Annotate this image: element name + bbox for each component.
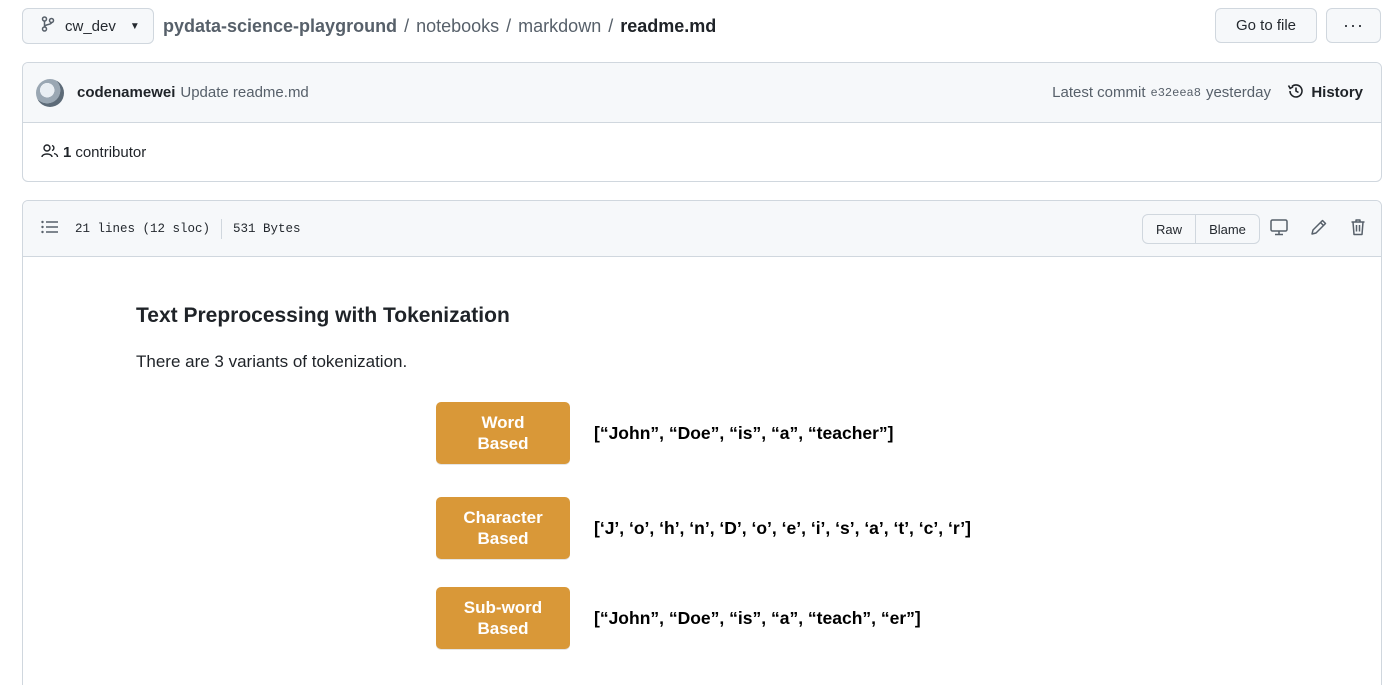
- breadcrumb-separator: /: [404, 16, 410, 36]
- contributors-row[interactable]: 1 contributor: [23, 123, 1381, 181]
- more-options-button[interactable]: ···: [1326, 8, 1381, 43]
- tokenization-variant-row: Word Based [“John”, “Doe”, “is”, “a”, “t…: [436, 402, 894, 464]
- contributor-label: contributor: [75, 144, 147, 161]
- variant-result-word: [“John”, “Doe”, “is”, “a”, “teacher”]: [594, 422, 894, 443]
- tokenization-variant-row: Character Based [‘J’, ‘o’, ‘h’, ‘n’, ‘D’…: [436, 497, 971, 559]
- latest-commit-label: Latest commit: [1052, 84, 1146, 101]
- breadcrumb-separator: /: [608, 16, 614, 36]
- branch-select-button[interactable]: cw_dev ▼: [22, 8, 154, 44]
- variant-label-line1: Character: [463, 508, 543, 527]
- caret-down-icon: ▼: [129, 20, 140, 32]
- raw-button[interactable]: Raw: [1143, 215, 1196, 243]
- file-header: 21 lines (12 sloc) 531 Bytes Raw Blame: [23, 201, 1381, 257]
- latest-commit-row: codenamewei Update readme.md Latest comm…: [23, 63, 1381, 123]
- file-size: 531 Bytes: [233, 221, 301, 236]
- go-to-file-button[interactable]: Go to file: [1215, 8, 1317, 43]
- file-box: 21 lines (12 sloc) 531 Bytes Raw Blame T…: [22, 200, 1382, 685]
- variant-result-subword: [“John”, “Doe”, “is”, “a”, “teach”, “er”…: [594, 607, 921, 628]
- branch-name: cw_dev: [65, 17, 116, 35]
- breadcrumb: pydata-science-playground / notebooks / …: [163, 16, 716, 37]
- commit-time: yesterday: [1205, 84, 1271, 101]
- avatar[interactable]: [36, 78, 64, 107]
- variant-label-line1: Word: [481, 413, 525, 432]
- variant-result-character: [‘J’, ‘o’, ‘h’, ‘n’, ‘D’, ‘o’, ‘e’, ‘i’,…: [594, 517, 971, 538]
- markdown-paragraph: There are 3 variants of tokenization.: [136, 352, 408, 371]
- desktop-icon[interactable]: [1269, 217, 1289, 240]
- list-icon[interactable]: [41, 220, 59, 237]
- breadcrumb-folder-notebooks[interactable]: notebooks: [416, 16, 499, 37]
- breadcrumb-separator: /: [506, 16, 512, 36]
- history-link[interactable]: History: [1287, 82, 1363, 104]
- variant-label-line2: Based: [477, 434, 529, 453]
- file-lines: 21 lines (12 sloc): [75, 221, 211, 236]
- people-icon: [41, 143, 59, 163]
- commit-author-link[interactable]: codenamewei: [77, 84, 175, 101]
- breadcrumb-repo-link[interactable]: pydata-science-playground: [163, 16, 397, 37]
- commit-sha-link[interactable]: e32eea8: [1151, 86, 1201, 100]
- breadcrumb-file: readme.md: [620, 16, 717, 36]
- breadcrumb-folder-markdown[interactable]: markdown: [518, 16, 601, 37]
- commit-meta: Latest commit e32eea8 yesterday: [1052, 84, 1271, 101]
- variant-label-line2: Based: [477, 529, 529, 548]
- contributor-count: 1: [63, 144, 72, 161]
- commit-box: codenamewei Update readme.md Latest comm…: [22, 62, 1382, 182]
- markdown-heading: Text Preprocessing with Tokenization: [136, 304, 510, 327]
- divider: [221, 218, 223, 239]
- variant-label-line2: Based: [477, 619, 529, 638]
- raw-blame-button-group: Raw Blame: [1142, 214, 1260, 244]
- variant-label-line1: Sub-word: [463, 598, 543, 617]
- git-branch-icon: [41, 16, 55, 36]
- variant-box-subword: Sub-word Based: [436, 587, 570, 649]
- variant-box-character: Character Based: [436, 497, 570, 559]
- blame-button[interactable]: Blame: [1196, 215, 1259, 243]
- trash-icon[interactable]: [1348, 217, 1368, 240]
- history-label: History: [1311, 84, 1363, 101]
- tokenization-variant-row: Sub-word Based [“John”, “Doe”, “is”, “a”…: [436, 587, 921, 649]
- commit-message-link[interactable]: Update readme.md: [180, 84, 308, 101]
- variant-box-word: Word Based: [436, 402, 570, 464]
- history-icon: [1287, 82, 1305, 104]
- pencil-icon[interactable]: [1309, 217, 1329, 240]
- file-info: 21 lines (12 sloc) 531 Bytes: [75, 218, 301, 239]
